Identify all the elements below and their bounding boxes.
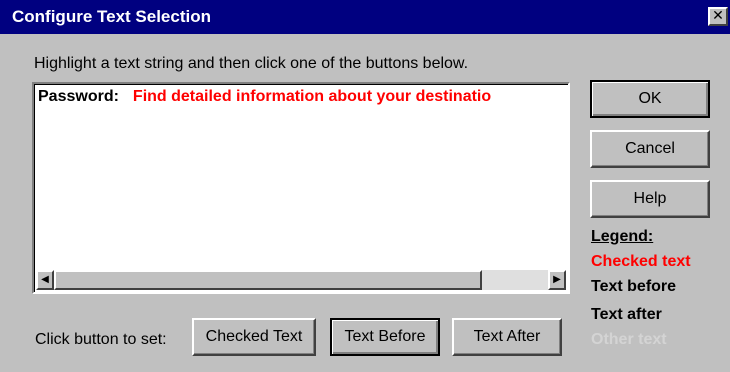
legend-other-text: Other text	[591, 331, 667, 348]
scrollbar-thumb[interactable]	[54, 270, 482, 290]
legend-text-before: Text before	[591, 278, 677, 295]
text-before-button[interactable]: Text Before	[330, 318, 440, 356]
instruction-text: Highlight a text string and then click o…	[34, 55, 469, 72]
legend-title: Legend:	[591, 228, 654, 245]
text-line[interactable]: Password: Find detailed information about…	[38, 88, 564, 106]
horizontal-scrollbar[interactable]: ◀ ▶	[36, 270, 566, 290]
legend-checked-text: Checked text	[591, 253, 691, 270]
close-icon: ✕	[712, 8, 724, 24]
checked-text-segment[interactable]: Find detailed information about your des…	[133, 88, 491, 105]
text-before-segment[interactable]: Password:	[38, 88, 119, 105]
cancel-button[interactable]: Cancel	[590, 130, 710, 168]
legend-text-after: Text after	[591, 306, 662, 323]
text-selection-box[interactable]: Password: Find detailed information about…	[32, 82, 570, 294]
help-button[interactable]: Help	[590, 180, 710, 218]
text-after-button[interactable]: Text After	[452, 318, 562, 356]
title-bar: Configure Text Selection ✕	[0, 0, 730, 34]
arrow-right-icon: ▶	[553, 274, 561, 285]
close-button[interactable]: ✕	[708, 7, 728, 26]
scroll-right-button[interactable]: ▶	[548, 270, 566, 290]
arrow-left-icon: ◀	[41, 274, 49, 285]
checked-text-button[interactable]: Checked Text	[192, 318, 316, 356]
scroll-left-button[interactable]: ◀	[36, 270, 54, 290]
window-title: Configure Text Selection	[12, 7, 211, 26]
set-buttons-label: Click button to set:	[35, 331, 167, 348]
ok-button[interactable]: OK	[590, 80, 710, 118]
